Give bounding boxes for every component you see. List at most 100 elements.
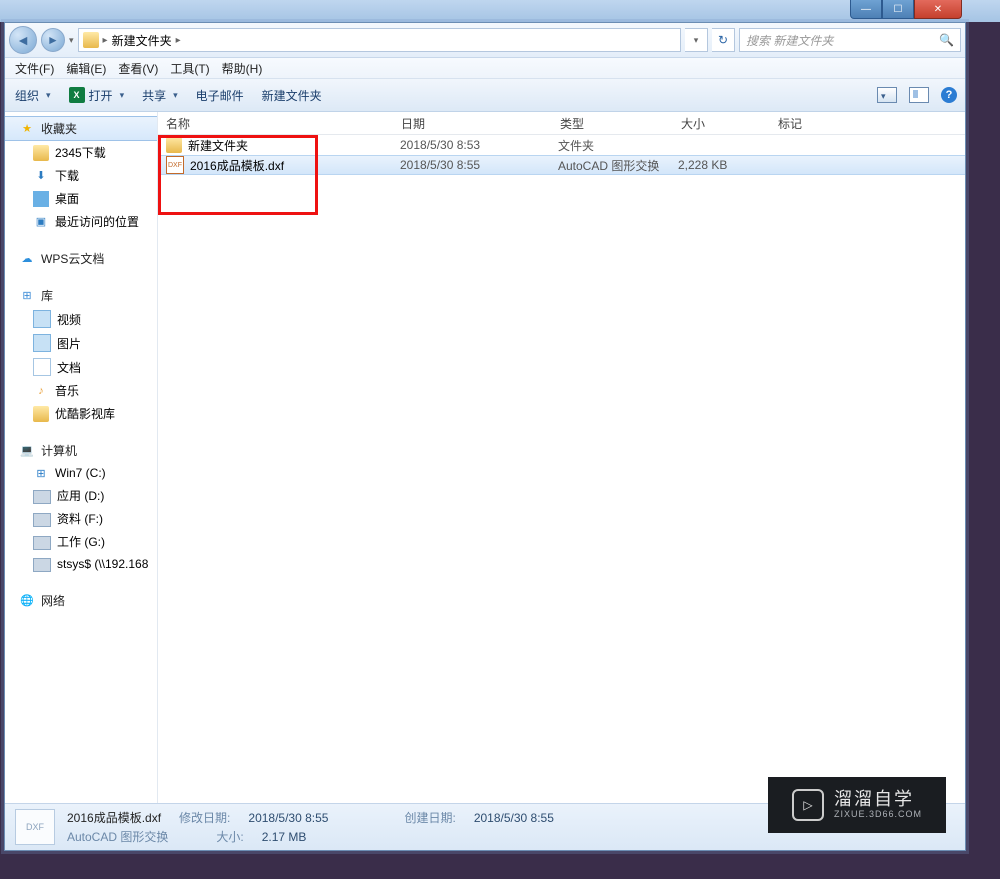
breadcrumb-sep: ▸ [176, 35, 181, 46]
sidebar-network-header[interactable]: 🌐 网络 [5, 589, 157, 612]
recent-icon: ▣ [33, 214, 49, 230]
open-button[interactable]: X 打开 [69, 87, 125, 104]
file-row-dxf[interactable]: DXF 2016成品模板.dxf 2018/5/30 8:55 AutoCAD … [158, 155, 965, 175]
status-mod-value: 2018/5/30 8:55 [248, 811, 328, 825]
breadcrumb[interactable]: ▸ 新建文件夹 ▸ [78, 28, 681, 52]
sidebar-item-drive-g[interactable]: 工作 (G:) [5, 530, 157, 553]
share-button[interactable]: 共享 [142, 87, 178, 104]
status-size-value: 2.17 MB [262, 830, 307, 844]
sidebar-item-netdrive[interactable]: stsys$ (\\192.168.0 [5, 553, 157, 575]
watermark-title: 溜溜自学 [834, 790, 922, 810]
status-create-label: 创建日期: [404, 809, 455, 826]
folder-icon [166, 137, 182, 153]
sidebar-item-video[interactable]: 视频 [5, 307, 157, 331]
breadcrumb-sep: ▸ [103, 35, 108, 46]
video-icon [33, 310, 51, 328]
preview-pane-button[interactable] [909, 87, 929, 103]
sidebar-favorites-label: 收藏夹 [41, 120, 77, 137]
column-header-date[interactable]: 日期 [393, 112, 552, 134]
sidebar-item-label: 资料 (F:) [57, 510, 103, 527]
search-icon[interactable]: 🔍 [939, 33, 954, 47]
maximize-button[interactable]: ☐ [882, 0, 914, 19]
menu-file[interactable]: 文件(F) [15, 60, 54, 77]
sidebar-libraries-header[interactable]: ⊞ 库 [5, 284, 157, 307]
file-list-pane: 名称 日期 类型 大小 标记 新建文件夹 2018/5/30 8:53 文件夹 [158, 112, 965, 803]
column-header-tag[interactable]: 标记 [770, 112, 965, 134]
search-placeholder: 搜索 新建文件夹 [746, 32, 833, 49]
watermark-url: ZIXUE.3D66.COM [834, 810, 922, 820]
sidebar-item-label: 应用 (D:) [57, 487, 104, 504]
sidebar-item-label: 最近访问的位置 [55, 213, 139, 230]
sidebar-item-label: 音乐 [55, 382, 79, 399]
folder-icon [83, 32, 99, 48]
sidebar-item-2345[interactable]: 2345下载 [5, 141, 157, 164]
menu-help[interactable]: 帮助(H) [222, 60, 263, 77]
sidebar-item-youku[interactable]: 优酷影视库 [5, 402, 157, 425]
sidebar-libraries-label: 库 [41, 287, 53, 304]
breadcrumb-folder[interactable]: 新建文件夹 [112, 32, 172, 49]
sidebar-item-desktop[interactable]: 桌面 [5, 187, 157, 210]
sidebar-item-drive-f[interactable]: 资料 (F:) [5, 507, 157, 530]
youku-icon [33, 406, 49, 422]
close-button[interactable]: ✕ [914, 0, 962, 19]
column-header-row: 名称 日期 类型 大小 标记 [158, 112, 965, 135]
sidebar-wps-header[interactable]: ☁ WPS云文档 [5, 247, 157, 270]
file-row-folder[interactable]: 新建文件夹 2018/5/30 8:53 文件夹 [158, 135, 965, 155]
sidebar-item-drive-d[interactable]: 应用 (D:) [5, 484, 157, 507]
library-icon: ⊞ [19, 288, 35, 304]
file-type: 文件夹 [550, 137, 670, 154]
sidebar-item-label: 视频 [57, 311, 81, 328]
sidebar-item-pictures[interactable]: 图片 [5, 331, 157, 355]
sidebar-computer-header[interactable]: 💻 计算机 [5, 439, 157, 462]
breadcrumb-dropdown[interactable]: ▾ [685, 28, 708, 52]
file-list[interactable]: 新建文件夹 2018/5/30 8:53 文件夹 DXF 2016成品模板.dx… [158, 135, 965, 175]
file-date: 2018/5/30 8:55 [392, 158, 550, 172]
column-header-type[interactable]: 类型 [552, 112, 673, 134]
sidebar-item-label: stsys$ (\\192.168.0 [57, 557, 149, 571]
file-name: 新建文件夹 [188, 137, 248, 154]
sidebar-item-recent[interactable]: ▣ 最近访问的位置 [5, 210, 157, 233]
sidebar-item-label: Win7 (C:) [55, 466, 106, 480]
sidebar-item-label: 2345下载 [55, 144, 106, 161]
explorer-window: ◄ ► ▾ ▸ 新建文件夹 ▸ ▾ ↻ 搜索 新建文件夹 🔍 文件(F) 编辑(… [4, 22, 966, 851]
minimize-button[interactable]: — [850, 0, 882, 19]
view-options-button[interactable] [877, 87, 897, 103]
sidebar-item-label: 优酷影视库 [55, 405, 115, 422]
organize-button[interactable]: 组织 [15, 87, 51, 104]
column-header-name[interactable]: 名称 [158, 112, 393, 134]
document-icon [33, 358, 51, 376]
sidebar-item-drive-c[interactable]: ⊞ Win7 (C:) [5, 462, 157, 484]
menu-edit[interactable]: 编辑(E) [66, 60, 106, 77]
network-icon: 🌐 [19, 593, 35, 609]
file-date: 2018/5/30 8:53 [392, 138, 550, 152]
file-name: 2016成品模板.dxf [190, 157, 284, 174]
nav-history-dropdown[interactable]: ▾ [69, 35, 74, 46]
sidebar-item-downloads[interactable]: ⬇ 下载 [5, 164, 157, 187]
menu-tools[interactable]: 工具(T) [170, 60, 209, 77]
windows-drive-icon: ⊞ [33, 465, 49, 481]
sidebar-favorites-header[interactable]: ★ 收藏夹 [5, 116, 157, 141]
email-button[interactable]: 电子邮件 [196, 87, 244, 104]
sidebar-item-label: 文档 [57, 359, 81, 376]
help-button[interactable]: ? [941, 87, 957, 103]
column-header-size[interactable]: 大小 [673, 112, 770, 134]
sidebar-item-documents[interactable]: 文档 [5, 355, 157, 379]
drive-icon [33, 536, 51, 550]
desktop-icon [33, 191, 49, 207]
picture-icon [33, 334, 51, 352]
sidebar-computer-label: 计算机 [41, 442, 77, 459]
excel-icon: X [69, 87, 85, 103]
search-input[interactable]: 搜索 新建文件夹 🔍 [739, 28, 961, 52]
drive-icon [33, 513, 51, 527]
watermark: ▷ 溜溜自学 ZIXUE.3D66.COM [768, 777, 946, 833]
download-icon: ⬇ [33, 168, 49, 184]
sidebar-item-music[interactable]: ♪ 音乐 [5, 379, 157, 402]
nav-back-button[interactable]: ◄ [9, 26, 37, 54]
sidebar: ★ 收藏夹 2345下载 ⬇ 下载 桌面 [5, 112, 158, 803]
new-folder-button[interactable]: 新建文件夹 [262, 87, 322, 104]
refresh-button[interactable]: ↻ [712, 28, 735, 52]
menu-view[interactable]: 查看(V) [118, 60, 158, 77]
status-filename: 2016成品模板.dxf [67, 809, 161, 826]
nav-forward-button[interactable]: ► [41, 28, 65, 52]
status-create-value: 2018/5/30 8:55 [474, 811, 554, 825]
